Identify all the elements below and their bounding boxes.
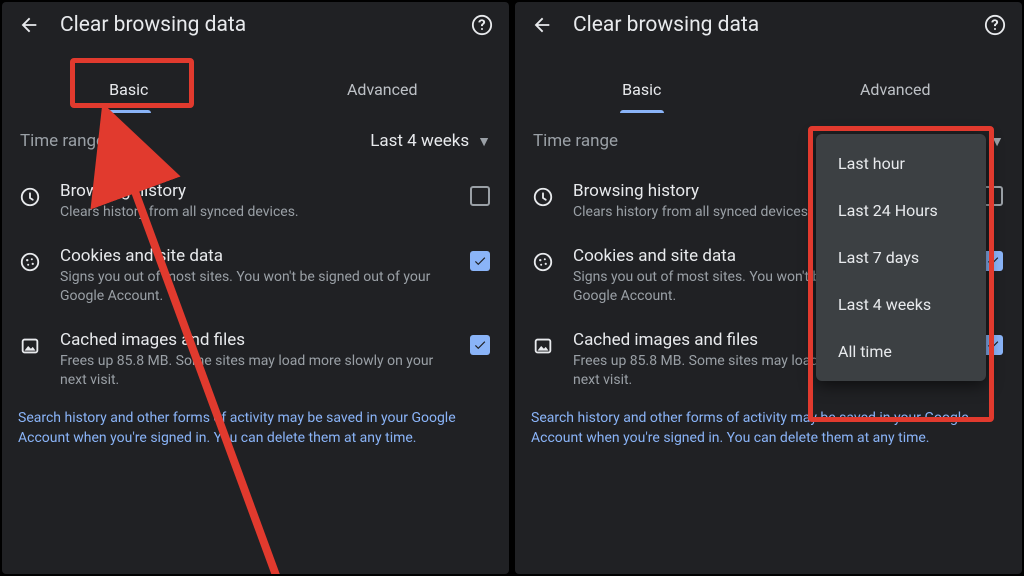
clock-icon [16, 183, 44, 211]
arrow-left-icon [18, 14, 40, 36]
option-subtitle: Clears history from all synced devices. [60, 203, 453, 222]
check-icon [986, 338, 1000, 352]
dropdown-option[interactable]: Last 4 weeks [816, 281, 986, 328]
tab-advanced[interactable]: Advanced [769, 68, 1023, 113]
back-button[interactable] [529, 12, 555, 38]
checkbox-browsing-history[interactable] [469, 185, 491, 207]
option-browsing-history[interactable]: Browsing history Clears history from all… [2, 169, 509, 234]
checkbox-cookies[interactable] [469, 250, 491, 272]
option-title: Browsing history [60, 181, 453, 201]
option-subtitle: Frees up 85.8 MB. Some sites may load mo… [60, 352, 453, 390]
option-cached[interactable]: Cached images and files Frees up 85.8 MB… [2, 318, 509, 402]
time-range-label: Time range [20, 131, 370, 151]
footer-note: Search history and other forms of activi… [2, 401, 509, 448]
tab-basic[interactable]: Basic [515, 68, 769, 113]
option-subtitle: Signs you out of most sites. You won't b… [60, 268, 453, 306]
check-icon [473, 338, 487, 352]
caret-down-icon: ▼ [990, 133, 1004, 150]
help-icon [471, 14, 493, 36]
tabs: Basic Advanced [2, 68, 509, 113]
option-title: Cached images and files [60, 330, 453, 350]
header: Clear browsing data [2, 2, 509, 44]
checkbox-cached[interactable] [469, 334, 491, 356]
clock-icon [529, 183, 557, 211]
tab-advanced[interactable]: Advanced [256, 68, 510, 113]
option-title: Cookies and site data [60, 246, 453, 266]
tab-basic[interactable]: Basic [2, 68, 256, 113]
help-button[interactable] [982, 12, 1008, 38]
page-title: Clear browsing data [573, 13, 982, 37]
check-icon [986, 254, 1000, 268]
panel-left: Clear browsing data Basic Advanced Time … [2, 2, 509, 574]
cookie-icon [529, 248, 557, 276]
dropdown-option[interactable]: Last 24 Hours [816, 187, 986, 234]
dropdown-option[interactable]: Last 7 days [816, 234, 986, 281]
footer-note: Search history and other forms of activi… [515, 401, 1022, 448]
dropdown-option[interactable]: Last hour [816, 140, 986, 187]
dropdown-option[interactable]: All time [816, 328, 986, 375]
caret-down-icon: ▼ [477, 133, 491, 150]
arrow-left-icon [531, 14, 553, 36]
time-range-row[interactable]: Time range Last 4 weeks ▼ [2, 113, 509, 169]
help-button[interactable] [469, 12, 495, 38]
back-button[interactable] [16, 12, 42, 38]
image-icon [529, 332, 557, 360]
check-icon [473, 254, 487, 268]
time-range-value: Last 4 weeks [370, 131, 469, 151]
cookie-icon [16, 248, 44, 276]
header: Clear browsing data [515, 2, 1022, 44]
image-icon [16, 332, 44, 360]
time-range-dropdown[interactable]: Last hour Last 24 Hours Last 7 days Last… [816, 134, 986, 381]
option-cookies[interactable]: Cookies and site data Signs you out of m… [2, 234, 509, 318]
page-title: Clear browsing data [60, 13, 469, 37]
panel-right: Clear browsing data Basic Advanced Time … [515, 2, 1022, 574]
help-icon [984, 14, 1006, 36]
tabs: Basic Advanced [515, 68, 1022, 113]
